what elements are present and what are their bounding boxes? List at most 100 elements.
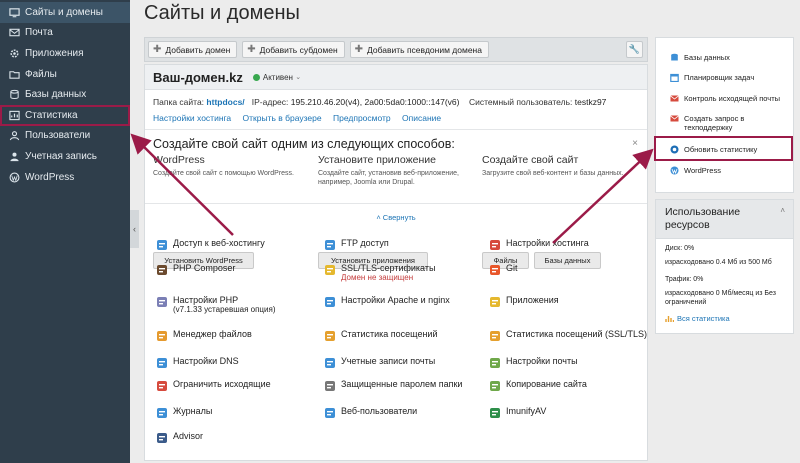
feature-label: Advisor: [173, 431, 204, 441]
sidebar-item-users[interactable]: Пользователи: [0, 126, 130, 147]
domain-info: Папка сайта: httpdocs/ IP-адрес: 195.210…: [153, 97, 606, 107]
feature-dns[interactable]: Настройки DNS: [155, 356, 239, 369]
feature-protected-folders[interactable]: Защищенные паролем папки: [323, 379, 462, 392]
folder-link[interactable]: httpdocs/: [206, 97, 244, 107]
feature-hosting-settings[interactable]: Настройки хостинга: [488, 238, 589, 251]
plus-icon: ✚: [153, 44, 162, 55]
feature-visit-stats-ssl[interactable]: Статистика посещений (SSL/TLS): [488, 329, 647, 342]
feature-hosting-access[interactable]: Доступ к веб-хостингу: [155, 238, 265, 251]
feature-label: Настройки хостинга: [506, 238, 589, 248]
right-item-wordpress[interactable]: WordPress: [670, 166, 721, 175]
feature-web-users[interactable]: Веб-пользователи: [323, 406, 417, 419]
add-alias-button[interactable]: ✚ Добавить псевдоним домена: [349, 41, 489, 58]
create-site-title: Создайте свой сайт одним из следующих сп…: [153, 137, 455, 151]
feature-php[interactable]: Настройки PHP (v7.1.33 устаревшая опция): [155, 295, 275, 314]
feature-label: PHP Composer: [173, 263, 236, 273]
feature-file-manager[interactable]: Менеджер файлов: [155, 329, 252, 342]
tools-button[interactable]: 🔧: [626, 41, 643, 58]
feature-visit-stats[interactable]: Статистика посещений: [323, 329, 438, 342]
chevron-up-icon[interactable]: ˄: [780, 206, 785, 215]
add-subdomain-button[interactable]: ✚ Добавить субдомен: [242, 41, 345, 58]
feature-advisor[interactable]: Advisor: [155, 431, 203, 444]
feature-ftp[interactable]: FTP доступ: [323, 238, 389, 251]
monitor-icon: [8, 6, 20, 18]
disk-label: Диск: 0%: [665, 245, 695, 252]
right-item-support[interactable]: Создать запрос в техподдержку: [670, 114, 785, 132]
php-version: (v7.1.33: [173, 305, 202, 314]
feature-mail-settings[interactable]: Настройки почты: [488, 356, 578, 369]
chevron-left-icon: ‹: [133, 224, 136, 234]
file-manager-icon: [155, 329, 168, 342]
all-stats-link[interactable]: Вся статистика: [665, 314, 730, 323]
sidebar-item-label: Базы данных: [25, 89, 87, 101]
description-link[interactable]: Описание: [402, 113, 441, 123]
hosting-settings-link[interactable]: Настройки хостинга: [153, 113, 231, 123]
feature-label: Настройки почты: [506, 356, 578, 366]
ssl-icon: [323, 263, 336, 276]
sysuser-value: testkz97: [574, 97, 607, 107]
feature-label: Настройки DNS: [173, 356, 239, 366]
imunify-icon: [488, 406, 501, 419]
feature-logs[interactable]: Журналы: [155, 406, 212, 419]
add-domain-label: Добавить домен: [165, 44, 231, 55]
sidebar-item-account[interactable]: Учетная запись: [0, 146, 130, 167]
feature-composer[interactable]: PHP Composer: [155, 263, 235, 276]
site-heading: Создайте свой сайт: [482, 154, 579, 166]
feature-git[interactable]: Git: [488, 263, 518, 276]
visit-stats-icon: [323, 329, 336, 342]
quick-actions-panel: Базы данных Планировщик задач Контроль и…: [655, 37, 794, 193]
feature-label: Git: [506, 263, 518, 273]
folder-label: Папка сайта:: [153, 97, 205, 107]
feature-label: Статистика посещений: [341, 329, 438, 339]
sidebar-item-applications[interactable]: Приложения: [0, 43, 130, 64]
gear-icon: [8, 47, 20, 59]
feature-apache-nginx[interactable]: Настройки Apache и nginx: [323, 295, 450, 308]
right-item-scheduler[interactable]: Планировщик задач: [670, 73, 754, 83]
open-in-browser-link[interactable]: Открыть в браузере: [243, 113, 322, 123]
feature-mail-accounts[interactable]: Учетные записи почты: [323, 356, 435, 369]
sidebar-item-mail[interactable]: Почта: [0, 23, 130, 44]
feature-limit-outgoing[interactable]: Ограничить исходящие: [155, 379, 271, 392]
add-subdomain-label: Добавить субдомен: [259, 44, 338, 55]
mail-accounts-icon: [323, 356, 336, 369]
php-outdated-note: устаревшая опция: [204, 305, 273, 314]
feature-label: FTP доступ: [341, 238, 389, 248]
right-item-databases[interactable]: Базы данных: [670, 53, 730, 62]
sidebar-item-label: Файлы: [25, 68, 57, 80]
preview-link[interactable]: Предпросмотр: [333, 113, 391, 123]
feature-apps[interactable]: Приложения: [488, 295, 559, 308]
domain-card: Ваш-домен.kz Активен ⌄ Папка сайта: http…: [144, 64, 648, 461]
sidebar-item-statistics[interactable]: Статистика: [0, 104, 130, 126]
feature-label: Журналы: [173, 406, 213, 416]
feature-imunify[interactable]: ImunifyAV: [488, 406, 546, 419]
toolbar: ✚ Добавить домен ✚ Добавить субдомен ✚ Доба…: [144, 37, 648, 62]
feature-label: Учетные записи почты: [341, 356, 436, 366]
domain-name[interactable]: Ваш-домен.kz: [153, 70, 243, 85]
feature-ssl[interactable]: SSL/TLS-сертификаты Домен не защищен: [323, 263, 435, 282]
sidebar-item-wordpress[interactable]: WordPress: [0, 167, 130, 188]
feature-label: Копирование сайта: [506, 379, 587, 389]
feature-label: Менеджер файлов: [173, 329, 252, 339]
sidebar-collapse-handle[interactable]: ‹: [130, 210, 139, 248]
sidebar-item-label: Пользователи: [25, 130, 91, 142]
close-icon[interactable]: ×: [632, 138, 638, 149]
add-domain-button[interactable]: ✚ Добавить домен: [148, 41, 238, 58]
plus-icon: ✚: [354, 44, 364, 55]
collapse-link[interactable]: ˄ Свернуть: [145, 213, 647, 222]
ip-value: 195.210.46.20(v4), 2a00:5da0:1000::147(v…: [290, 97, 460, 107]
usage-header: Использование ресурсов ˄: [656, 200, 793, 239]
sidebar-item-sites-domains[interactable]: Сайты и домены: [0, 2, 130, 23]
feature-site-copy[interactable]: Копирование сайта: [488, 379, 587, 392]
sidebar-item-databases[interactable]: Базы данных: [0, 84, 130, 105]
mail-settings-icon: [488, 356, 501, 369]
right-item-outgoing-mail[interactable]: Контроль исходящей почты: [670, 94, 780, 103]
user-icon: [8, 130, 20, 142]
limit-outgoing-icon: [155, 379, 168, 392]
visit-stats-ssl-icon: [488, 329, 501, 342]
sidebar-item-label: Статистика: [25, 109, 78, 121]
status-badge[interactable]: Активен ⌄: [252, 73, 301, 82]
ip-label: IP-адрес:: [251, 97, 289, 107]
databases-button[interactable]: Базы данных: [534, 252, 601, 269]
sidebar-item-files[interactable]: Файлы: [0, 64, 130, 85]
apps-icon: [488, 295, 501, 308]
